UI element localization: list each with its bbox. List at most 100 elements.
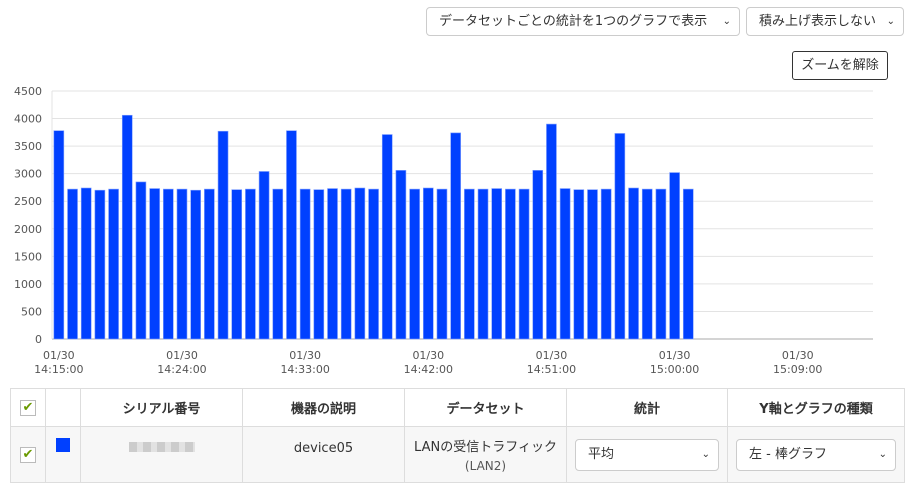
bar bbox=[436, 188, 448, 340]
dataset-sub: (LAN2) bbox=[464, 459, 507, 473]
serial-number-redacted bbox=[128, 442, 195, 452]
bar bbox=[477, 188, 489, 340]
bar bbox=[67, 188, 78, 340]
bar bbox=[272, 188, 284, 340]
x-tick-time: 15:09:00 bbox=[773, 363, 822, 376]
axis-type-value: 左 - 棒グラフ bbox=[749, 446, 827, 462]
y-tick-label: 0 bbox=[35, 333, 42, 346]
bar bbox=[258, 171, 270, 340]
x-tick-date: 01/30 bbox=[289, 349, 321, 362]
bar bbox=[108, 188, 119, 340]
y-tick-label: 2500 bbox=[14, 195, 42, 208]
x-tick-time: 14:51:00 bbox=[527, 363, 576, 376]
display-mode-select[interactable]: データセットごとの統計を1つのグラフで表示 ⌄ bbox=[426, 7, 740, 36]
select-all-checkbox[interactable]: ✔ bbox=[20, 399, 36, 416]
bar bbox=[381, 134, 393, 340]
bar bbox=[176, 188, 188, 340]
bar bbox=[573, 189, 585, 340]
header-dataset: データセット bbox=[404, 388, 567, 427]
bar bbox=[491, 188, 503, 340]
x-tick-time: 14:33:00 bbox=[280, 363, 329, 376]
bar bbox=[450, 132, 461, 340]
x-tick-time: 15:00:00 bbox=[650, 363, 699, 376]
x-tick-time: 14:15:00 bbox=[34, 363, 83, 376]
bar bbox=[505, 188, 516, 340]
x-tick-date: 01/30 bbox=[536, 349, 568, 362]
chevron-down-icon: ⌄ bbox=[722, 16, 731, 27]
bar bbox=[245, 188, 256, 340]
bar bbox=[135, 181, 147, 340]
bar bbox=[532, 170, 544, 340]
device-description: device05 bbox=[293, 441, 354, 456]
bar bbox=[682, 188, 694, 340]
y-tick-label: 4000 bbox=[14, 113, 42, 126]
bar bbox=[395, 170, 407, 340]
dataset-table: ✔ シリアル番号 機器の説明 データセット 統計 Y軸とグラフの種類 ✔ dev… bbox=[10, 388, 905, 483]
bar bbox=[163, 188, 174, 340]
bar bbox=[518, 188, 530, 340]
x-tick-date: 01/30 bbox=[412, 349, 444, 362]
bar bbox=[217, 130, 229, 340]
bar bbox=[614, 133, 626, 340]
y-tick-label: 1500 bbox=[14, 250, 42, 263]
zoom-reset-button[interactable]: ズームを解除 bbox=[792, 51, 888, 80]
axis-type-select[interactable]: 左 - 棒グラフ ⌄ bbox=[736, 438, 896, 471]
bar bbox=[669, 172, 680, 340]
table-row: ✔ device05 LANの受信トラフィック (LAN2) 平均 ⌄ 左 - 棒グ… bbox=[10, 426, 905, 483]
x-tick-time: 14:42:00 bbox=[404, 363, 453, 376]
bar bbox=[628, 187, 639, 340]
bar bbox=[340, 188, 352, 340]
color-header bbox=[45, 388, 81, 427]
y-tick-label: 500 bbox=[21, 305, 42, 318]
display-mode-value: データセットごとの統計を1つのグラフで表示 bbox=[439, 14, 708, 29]
stack-mode-value: 積み上げ表示しない bbox=[759, 14, 877, 29]
bar bbox=[149, 188, 160, 340]
header-axis-type: Y軸とグラフの種類 bbox=[727, 388, 905, 427]
bar bbox=[299, 188, 311, 340]
bar bbox=[368, 188, 379, 340]
bar bbox=[204, 188, 215, 340]
bar bbox=[559, 188, 571, 340]
bar bbox=[53, 130, 65, 340]
bar-chart: 0 500 1000 1500 2000 2500 3000 3500 4000 4500 01/3… bbox=[14, 85, 873, 376]
x-tick-time: 14:24:00 bbox=[157, 363, 206, 376]
y-tick-label: 3000 bbox=[14, 168, 42, 181]
bar bbox=[546, 123, 557, 340]
header-serial: シリアル番号 bbox=[80, 388, 243, 427]
bar bbox=[231, 189, 243, 340]
bar bbox=[464, 188, 475, 340]
y-tick-label: 2000 bbox=[14, 223, 42, 236]
statistic-select[interactable]: 平均 ⌄ bbox=[575, 438, 719, 471]
bar bbox=[641, 188, 653, 340]
bar bbox=[600, 188, 612, 340]
bar bbox=[409, 188, 420, 340]
row-checkbox[interactable]: ✔ bbox=[20, 446, 36, 463]
statistic-value: 平均 bbox=[588, 446, 615, 462]
bar bbox=[80, 187, 92, 340]
x-tick-date: 01/30 bbox=[782, 349, 814, 362]
bar bbox=[94, 189, 106, 340]
header-statistic: 統計 bbox=[566, 388, 728, 427]
y-tick-label: 1000 bbox=[14, 278, 42, 291]
dataset-name: LANの受信トラフィック bbox=[414, 440, 557, 455]
bar bbox=[286, 130, 297, 340]
stack-mode-select[interactable]: 積み上げ表示しない ⌄ bbox=[746, 7, 904, 36]
bar bbox=[190, 189, 201, 340]
bar bbox=[587, 189, 598, 340]
series-color-swatch bbox=[56, 437, 70, 452]
y-tick-label: 4500 bbox=[14, 85, 42, 98]
bar bbox=[327, 188, 338, 340]
chevron-down-icon: ⌄ bbox=[886, 16, 895, 27]
chevron-down-icon: ⌄ bbox=[701, 448, 710, 460]
x-tick-date: 01/30 bbox=[166, 349, 198, 362]
chevron-down-icon: ⌄ bbox=[878, 448, 887, 460]
x-tick-date: 01/30 bbox=[659, 349, 691, 362]
header-description: 機器の説明 bbox=[242, 388, 405, 427]
x-tick-date: 01/30 bbox=[43, 349, 75, 362]
bar bbox=[121, 114, 133, 340]
y-tick-label: 3500 bbox=[14, 140, 42, 153]
bar bbox=[354, 187, 366, 340]
bar bbox=[422, 187, 434, 340]
bar bbox=[313, 189, 325, 340]
bar bbox=[655, 188, 667, 340]
